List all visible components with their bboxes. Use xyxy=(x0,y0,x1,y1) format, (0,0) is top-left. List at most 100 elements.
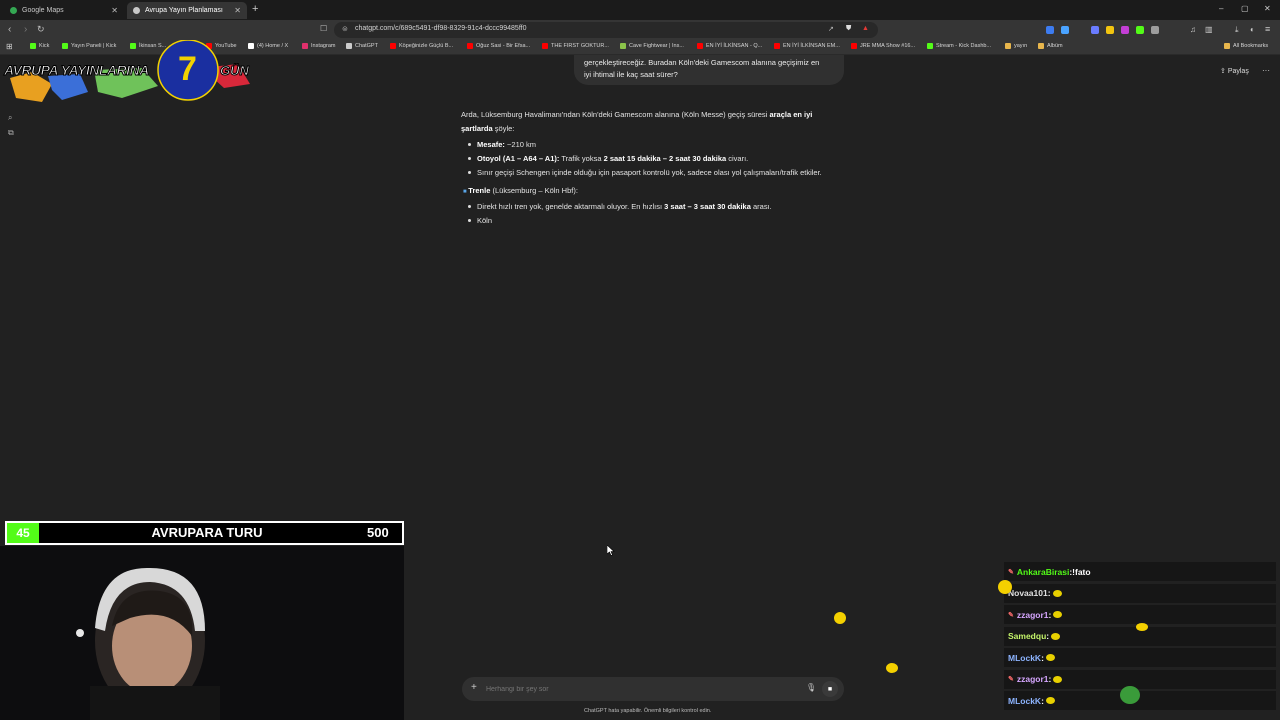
chat-message: MLockK: xyxy=(1004,648,1276,667)
menu-icon[interactable]: ≡ xyxy=(1265,24,1270,34)
stream-chat: ✎ AnkaraBirasi: !fato Novaa101: ✎ zzagor1: … xyxy=(1004,562,1280,720)
emote-icon xyxy=(886,663,898,673)
bullet-dot xyxy=(468,171,471,174)
brave-rewards-icon[interactable]: ▲ xyxy=(862,25,869,32)
chat-username[interactable]: Samedqu xyxy=(1008,631,1046,641)
stream-logo: AVRUPA YAYINLARINA 7 GÜN xyxy=(2,39,252,106)
download-icon[interactable]: ⤓ xyxy=(1235,25,1239,35)
bookmark-item[interactable]: Köpeğinizle Güçlü B... xyxy=(390,43,453,49)
chat-username[interactable]: Novaa101 xyxy=(1008,588,1048,598)
close-icon[interactable]: ✕ xyxy=(234,6,241,15)
chat-username[interactable]: zzagor1 xyxy=(1017,610,1049,620)
bookmark-label: EN İYİ İLKİNSAN EM... xyxy=(783,43,840,49)
chat-username[interactable]: MLockK xyxy=(1008,696,1041,706)
bookmark-label: Oğuz Sasi - Bir Efsa... xyxy=(476,43,531,49)
bookmark-item[interactable]: EN İYİ İLKİNSAN - Q... xyxy=(697,43,762,49)
bullet-text: Köln xyxy=(477,216,493,225)
tab-title: Google Maps xyxy=(22,7,64,14)
tab-title: Avrupa Yayın Planlaması xyxy=(145,7,223,14)
all-bookmarks-folder[interactable]: All Bookmarks xyxy=(1224,43,1268,49)
list-item: Sınır geçişi Schengen içinde olduğu için… xyxy=(477,168,822,177)
leo-icon[interactable]: ◐ xyxy=(1250,25,1255,34)
counter-right: 500 xyxy=(367,525,389,540)
bookmark-item[interactable]: yayın xyxy=(1005,43,1027,49)
bullet-bold: Otoyol (A1 – A64 – A1): xyxy=(477,154,560,163)
stream-score-bar: 45 AVRUPARA TURU 500 xyxy=(5,521,404,545)
close-window-button[interactable]: ✕ xyxy=(1264,4,1271,13)
mouse-cursor-icon xyxy=(607,545,615,556)
chat-separator: : xyxy=(1041,652,1044,663)
extension-icon[interactable] xyxy=(1121,26,1129,34)
bookmark-star-icon[interactable]: ☐ xyxy=(320,24,327,33)
bookmark-favicon-icon xyxy=(467,43,473,49)
bookmark-item[interactable]: ChatGPT xyxy=(346,43,378,49)
library-icon[interactable]: ⧉ xyxy=(8,128,14,138)
extension-icon[interactable] xyxy=(1061,26,1069,34)
share-label: Paylaş xyxy=(1227,68,1249,75)
emote-icon xyxy=(1052,589,1062,597)
bullet-text: Direkt hızlı tren yok, genelde aktarmalı… xyxy=(477,202,665,211)
stream-title: AVRUPARA TURU xyxy=(151,525,263,540)
chat-username[interactable]: MLockK xyxy=(1008,653,1041,663)
extension-icon[interactable] xyxy=(1106,26,1114,34)
tab-strip: Google Maps ✕ Avrupa Yayın Planlaması ✕ … xyxy=(0,0,1280,20)
bookmark-item[interactable]: EN İYİ İLKİNSAN EM... xyxy=(774,43,840,49)
bookmark-favicon-icon xyxy=(302,43,308,49)
reload-icon[interactable]: ↻ xyxy=(37,24,45,35)
site-info-icon[interactable]: ⊜ xyxy=(342,25,348,33)
forward-icon[interactable]: › xyxy=(24,24,27,35)
new-tab-button[interactable]: + xyxy=(252,3,258,15)
bookmark-item[interactable]: (4) Home / X xyxy=(248,43,288,49)
chat-separator: : xyxy=(1046,631,1050,641)
attach-button[interactable]: + xyxy=(471,682,477,693)
bookmark-item[interactable]: THE FIRST GOKTUR... xyxy=(542,43,609,49)
bookmark-label: JRE MMA Show #16... xyxy=(860,43,916,49)
back-icon[interactable]: ‹ xyxy=(8,24,11,35)
prompt-input[interactable] xyxy=(486,683,786,695)
answer-bold: araçla en iyi xyxy=(769,110,813,119)
bookmark-label: EN İYİ İLKİNSAN - Q... xyxy=(706,43,763,49)
media-icon[interactable]: ♫ xyxy=(1190,25,1196,34)
microphone-icon[interactable]: 🎙 xyxy=(806,683,816,692)
stop-button[interactable]: ■ xyxy=(822,681,838,697)
bookmark-item[interactable]: Oğuz Sasi - Bir Efsa... xyxy=(467,43,530,49)
chat-message: ✎ zzagor1: xyxy=(1004,669,1276,689)
tab-google-maps[interactable]: Google Maps ✕ xyxy=(4,2,124,19)
folder-icon xyxy=(1224,43,1230,49)
bookmark-favicon-icon xyxy=(390,43,396,49)
bullet-dot xyxy=(468,219,471,222)
bookmark-item[interactable]: Stream - Kick Dashb... xyxy=(927,43,991,49)
share-button[interactable]: ⇪ Paylaş xyxy=(1220,67,1249,75)
url-text[interactable]: chatgpt.com/c/689c5491-df98-8329-91c4-dc… xyxy=(355,25,527,32)
close-icon[interactable]: ✕ xyxy=(111,6,118,15)
search-icon[interactable]: ⌕ xyxy=(8,113,12,123)
tab-avrupa-yayin[interactable]: Avrupa Yayın Planlaması ✕ xyxy=(127,2,247,19)
chat-message: MLockK: xyxy=(1004,691,1276,710)
extension-icon[interactable] xyxy=(1136,26,1144,34)
bookmark-label: Köpeğinizle Güçlü B... xyxy=(399,43,454,49)
brave-shield-icon[interactable]: ⛊ xyxy=(846,25,851,33)
extensions-puzzle-icon[interactable] xyxy=(1151,26,1159,34)
answer-bold: şartlarda xyxy=(461,124,493,133)
bookmark-item[interactable]: Albüm xyxy=(1038,43,1063,49)
bookmark-item[interactable]: Cave Fightwear | Ins... xyxy=(620,43,684,49)
minimize-button[interactable]: – xyxy=(1219,4,1223,13)
share-page-icon[interactable]: ↗ xyxy=(828,25,834,33)
bullet-text: Trafik yoksa xyxy=(559,154,604,163)
extension-icon[interactable] xyxy=(1091,26,1099,34)
extension-icon[interactable] xyxy=(1046,26,1054,34)
chat-username[interactable]: zzagor1 xyxy=(1017,674,1049,684)
sidebar-icon[interactable]: ▥ xyxy=(1205,25,1213,34)
more-options-button[interactable]: ··· xyxy=(1262,66,1270,75)
bookmark-label: All Bookmarks xyxy=(1233,43,1269,49)
chat-username[interactable]: AnkaraBirasi xyxy=(1017,567,1069,577)
answer-text: şöyle: xyxy=(492,124,515,133)
bookmark-label: yayın xyxy=(1014,43,1028,49)
maximize-button[interactable]: ▢ xyxy=(1241,4,1249,13)
emote-icon xyxy=(834,612,846,624)
bookmark-favicon-icon xyxy=(620,43,626,49)
bookmark-label: ChatGPT xyxy=(355,43,378,49)
bookmark-item[interactable]: Instagram xyxy=(302,43,335,49)
bookmark-item[interactable]: JRE MMA Show #16... xyxy=(851,43,915,49)
emote-icon xyxy=(1045,654,1055,661)
